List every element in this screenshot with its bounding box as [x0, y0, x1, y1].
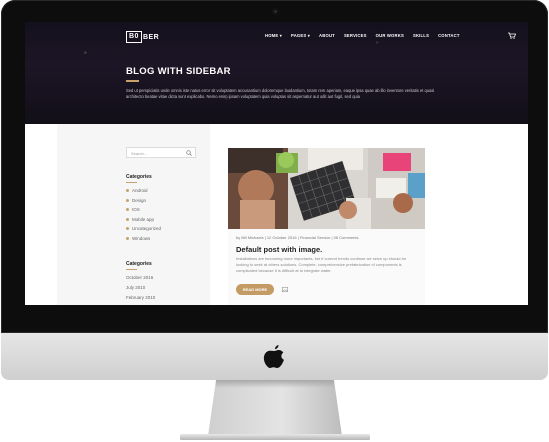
heading-underline — [126, 182, 137, 183]
nav-home[interactable]: HOME ▾ — [265, 33, 282, 38]
bullet-icon — [126, 198, 129, 202]
bullet-icon — [126, 189, 129, 192]
logo-text: BER — [142, 33, 160, 41]
archive-item[interactable]: July 2010 — [126, 285, 145, 290]
search-placeholder: Search... — [131, 150, 148, 156]
category-label: Mobile app — [132, 216, 155, 222]
categories-heading: Categories — [126, 174, 152, 180]
stand-shadow — [215, 380, 335, 388]
bullet-icon — [126, 217, 129, 221]
nav-about[interactable]: ABOUT — [319, 33, 335, 38]
category-label: Design — [132, 197, 147, 203]
archive-item[interactable]: October 2016 — [126, 275, 153, 280]
bullet-icon — [126, 208, 129, 211]
post-title[interactable]: Default post with image. — [236, 245, 322, 254]
category-uncategorized[interactable]: Uncategorized — [126, 226, 161, 231]
bullet-icon — [126, 227, 129, 230]
cart-icon[interactable] — [508, 32, 516, 39]
category-windows[interactable]: Windows — [126, 236, 150, 241]
hero-banner: B0 BER HOME ▾ PAGES ▾ ABOUT SERVICES OUR… — [25, 22, 528, 124]
archives-heading: Categories — [126, 261, 152, 267]
post-excerpt: Installations are becoming more importan… — [236, 256, 407, 273]
category-label: Windows — [132, 235, 151, 241]
nav-skills[interactable]: SKILLS — [413, 33, 429, 38]
logo-mark: B0 — [126, 31, 142, 43]
image-format-icon — [282, 287, 288, 292]
read-more-button[interactable]: READ MORE — [236, 284, 274, 295]
apple-logo-icon — [263, 345, 284, 368]
nav-services[interactable]: SERVICES — [344, 33, 367, 38]
post-featured-image[interactable] — [228, 148, 425, 229]
category-label: Android — [132, 188, 148, 193]
heading-underline — [126, 269, 137, 270]
bullet-icon — [126, 236, 129, 240]
site-logo[interactable]: B0 BER — [126, 31, 159, 43]
title-underline — [126, 80, 139, 82]
category-mobile-app[interactable]: Mobile app — [126, 217, 154, 222]
blog-post-card: by Bill Michaels | 12 October 2016 | Fin… — [228, 148, 425, 305]
nav-contact[interactable]: CONTACT — [438, 33, 460, 38]
category-design[interactable]: Design — [126, 198, 146, 203]
search-icon[interactable] — [186, 150, 192, 156]
imac-base — [180, 434, 370, 440]
search-input[interactable]: Search... — [126, 147, 196, 158]
hero-description: Sed ut perspiciatis unde omnis iste natu… — [126, 88, 435, 100]
camera-icon — [272, 8, 279, 15]
category-label: IOS — [132, 207, 140, 212]
post-meta: by Bill Michaels | 12 October 2016 | Fin… — [236, 235, 359, 240]
imac-stand — [208, 380, 342, 436]
screen: B0 BER HOME ▾ PAGES ▾ ABOUT SERVICES OUR… — [25, 22, 528, 305]
nav-our-works[interactable]: OUR WORKS — [376, 33, 404, 38]
page-title: BLOG WITH SIDEBAR — [126, 66, 231, 77]
category-android[interactable]: Android — [126, 188, 148, 193]
archive-item[interactable]: February 2010 — [126, 295, 155, 300]
category-ios[interactable]: IOS — [126, 207, 140, 212]
nav-pages[interactable]: PAGES ▾ — [291, 33, 310, 38]
category-label: Uncategorized — [132, 226, 162, 231]
main-nav: HOME ▾ PAGES ▾ ABOUT SERVICES OUR WORKS … — [265, 33, 460, 38]
imac-bezel: B0 BER HOME ▾ PAGES ▾ ABOUT SERVICES OUR… — [1, 0, 548, 333]
